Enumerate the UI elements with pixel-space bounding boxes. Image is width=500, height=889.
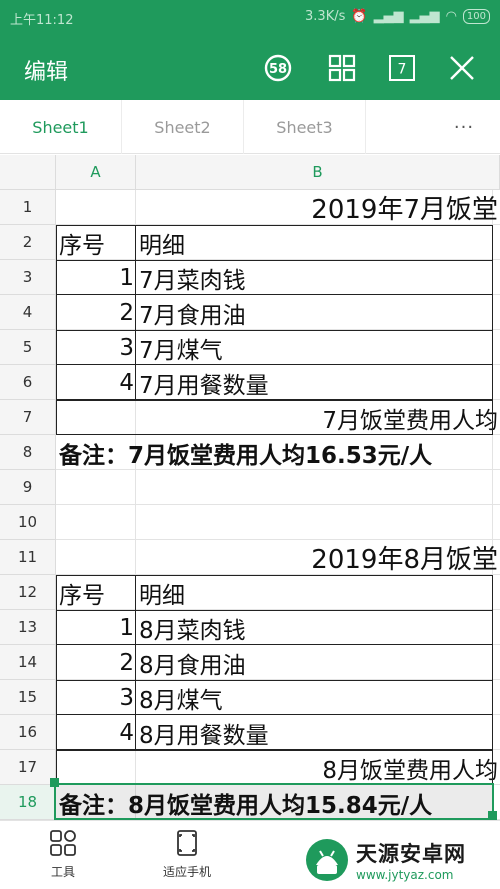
table-title-july[interactable]: 2019年7月饭堂	[56, 190, 500, 225]
detail-cell[interactable]: 8月用餐数量	[136, 715, 492, 750]
alarm-icon: ⏰	[351, 9, 368, 24]
column-header-a[interactable]: A	[56, 155, 136, 190]
grid-line	[56, 505, 500, 540]
row-header[interactable]: 13	[0, 610, 56, 645]
watermark: 天源安卓网 www.jytyaz.com	[300, 830, 500, 889]
battery-icon: 100	[462, 9, 490, 24]
sheet-tabs: Sheet1 Sheet2 Sheet3 ···	[0, 100, 500, 154]
tools-button[interactable]: 工具	[18, 829, 108, 880]
badge-count: 58	[269, 62, 287, 77]
tools-label: 工具	[50, 865, 75, 879]
row-header[interactable]: 16	[0, 715, 56, 750]
row-header[interactable]: 11	[0, 540, 56, 575]
header-cell-detail[interactable]: 明细	[136, 225, 492, 260]
fit-phone-label: 适应手机	[162, 865, 211, 879]
watermark-logo	[306, 838, 348, 881]
spreadsheet-grid[interactable]: A B 1 2 3 4 5 6 7 8 9 10 11 12 13 14 15 …	[0, 155, 500, 820]
index-cell[interactable]: 4	[56, 365, 136, 400]
fit-screen-icon	[177, 830, 197, 856]
index-cell[interactable]: 3	[56, 680, 136, 715]
detail-cell[interactable]: 7月食用油	[136, 295, 492, 330]
header-cell-index[interactable]: 序号	[56, 575, 136, 610]
signal-icon-2: ▂▄▆	[409, 9, 440, 24]
per-person-cell-july[interactable]: 7月饭堂费用人均	[136, 400, 500, 435]
fit-phone-button[interactable]: 适应手机	[142, 829, 232, 880]
row-header[interactable]: 10	[0, 505, 56, 540]
detail-cell[interactable]: 8月食用油	[136, 645, 492, 680]
header-cell-index[interactable]: 序号	[56, 225, 136, 260]
row-header[interactable]: 17	[0, 750, 56, 785]
watermark-url: www.jytyaz.com	[356, 867, 454, 882]
row-header[interactable]: 6	[0, 365, 56, 400]
signal-icon: ▂▄▆	[373, 9, 404, 24]
close-icon[interactable]	[446, 52, 478, 84]
wifi-icon: ◠	[445, 9, 457, 24]
row-header[interactable]: 15	[0, 680, 56, 715]
per-person-cell-august[interactable]: 8月饭堂费用人均	[136, 750, 500, 785]
watermark-name: 天源安卓网	[356, 841, 466, 866]
detail-cell[interactable]: 7月菜肉钱	[136, 260, 492, 295]
note-cell-july[interactable]: 备注：7月饭堂费用人均16.53元/人	[56, 435, 496, 470]
selection-handle-end[interactable]	[488, 811, 497, 820]
detail-cell[interactable]: 8月煤气	[136, 680, 492, 715]
tab-sheet2[interactable]: Sheet2	[122, 100, 244, 154]
table-title-august[interactable]: 2019年8月饭堂	[56, 540, 500, 575]
row-header-selected[interactable]: 18	[0, 785, 56, 820]
column-header-b[interactable]: B	[136, 155, 500, 190]
selection-handle-start[interactable]	[50, 778, 59, 787]
row-header[interactable]: 2	[0, 225, 56, 260]
row-header[interactable]: 3	[0, 260, 56, 295]
row-header[interactable]: 9	[0, 470, 56, 505]
row-header[interactable]: 4	[0, 295, 56, 330]
detail-cell[interactable]: 7月用餐数量	[136, 365, 492, 400]
tab-sheet3[interactable]: Sheet3	[244, 100, 366, 154]
page-count: 7	[398, 62, 407, 78]
index-cell[interactable]: 2	[56, 645, 136, 680]
grid-view-icon[interactable]	[326, 52, 358, 84]
row-header[interactable]: 1	[0, 190, 56, 225]
watermark-text: 天源安卓网 www.jytyaz.com	[356, 838, 466, 882]
status-right: 3.3K/s ⏰ ▂▄▆ ▂▄▆ ◠ 100	[305, 9, 490, 24]
status-bar: 上午11:12 3.3K/s ⏰ ▂▄▆ ▂▄▆ ◠ 100	[0, 0, 500, 36]
tools-icon	[50, 830, 76, 856]
row-header[interactable]: 5	[0, 330, 56, 365]
select-all-corner[interactable]	[0, 155, 56, 190]
grid-line	[56, 470, 500, 505]
more-tabs-icon[interactable]: ···	[428, 100, 500, 154]
index-cell[interactable]: 2	[56, 295, 136, 330]
header-cell-detail[interactable]: 明细	[136, 575, 492, 610]
row-header[interactable]: 12	[0, 575, 56, 610]
app-bar: 编辑 58 7	[0, 36, 500, 100]
page-count-icon[interactable]: 7	[386, 52, 418, 84]
network-speed: 3.3K/s	[305, 9, 346, 24]
row-header[interactable]: 14	[0, 645, 56, 680]
edit-title[interactable]: 编辑	[24, 54, 68, 86]
status-time: 上午11:12	[10, 13, 74, 28]
row-header[interactable]: 7	[0, 400, 56, 435]
index-cell[interactable]: 4	[56, 715, 136, 750]
badge-icon[interactable]: 58	[262, 52, 294, 84]
index-cell[interactable]: 1	[56, 260, 136, 295]
row-header[interactable]: 8	[0, 435, 56, 470]
detail-cell[interactable]: 7月煤气	[136, 330, 492, 365]
index-cell[interactable]: 1	[56, 610, 136, 645]
index-cell[interactable]: 3	[56, 330, 136, 365]
detail-cell[interactable]: 8月菜肉钱	[136, 610, 492, 645]
note-cell-august[interactable]: 备注：8月饭堂费用人均15.84元/人	[56, 785, 492, 820]
tab-sheet1[interactable]: Sheet1	[0, 100, 122, 154]
